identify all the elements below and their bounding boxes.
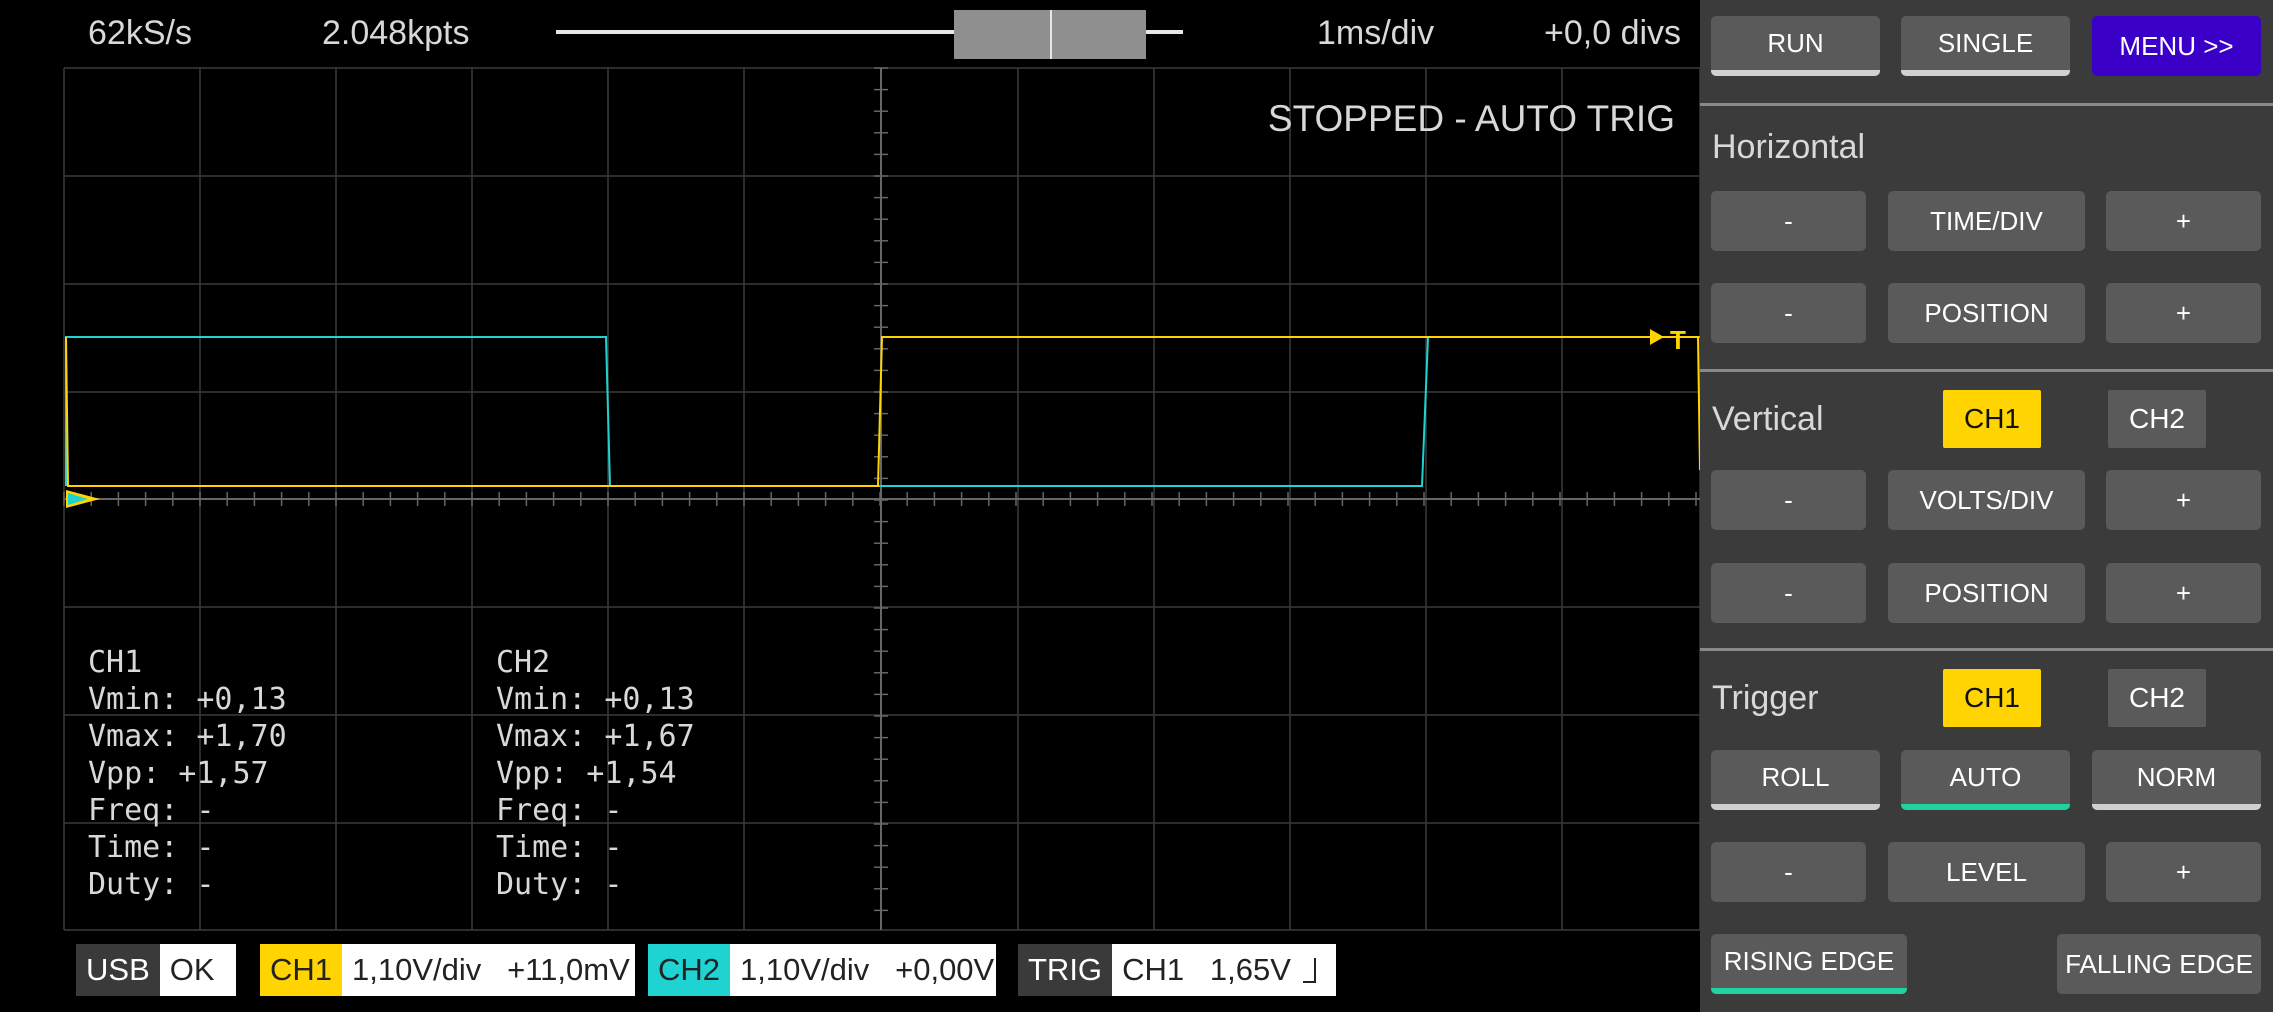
- trig-settings: CH1 1,65V: [1122, 952, 1291, 987]
- ch2-meas-title: CH2: [496, 645, 551, 680]
- ch1-meas-title: CH1: [88, 645, 143, 680]
- menu-button[interactable]: MENU >>: [2092, 16, 2261, 76]
- time-div-label: TIME/DIV: [1888, 191, 2085, 251]
- auto-button[interactable]: AUTO: [1901, 750, 2070, 810]
- ch2-tag: CH2: [648, 944, 731, 996]
- ch1-measurements: CH1 Vmin: +0,13 Vmax: +1,70 Vpp: +1,57 F…: [88, 644, 287, 903]
- level-plus-button[interactable]: +: [2106, 842, 2261, 902]
- ch2-vmin: Vmin: +0,13: [496, 682, 695, 717]
- ch1-tag: CH1: [260, 944, 343, 996]
- trig-tag: TRIG: [1018, 944, 1113, 996]
- vertical-ch2-button[interactable]: CH2: [2108, 390, 2206, 448]
- falling-edge-button[interactable]: FALLING EDGE: [2057, 934, 2261, 994]
- ch1-time: Time: -: [88, 830, 215, 865]
- volts-div-label: VOLTS/DIV: [1888, 470, 2085, 530]
- ch2-time: Time: -: [496, 830, 623, 865]
- usb-status-box: USB OK: [76, 944, 236, 996]
- ch2-vpp: Vpp: +1,54: [496, 756, 677, 791]
- single-button[interactable]: SINGLE: [1901, 16, 2070, 76]
- ch2-duty: Duty: -: [496, 867, 623, 902]
- time-div-plus-button[interactable]: +: [2106, 191, 2261, 251]
- norm-button[interactable]: NORM: [2092, 750, 2261, 810]
- trigger-ch2-button[interactable]: CH2: [2108, 669, 2206, 727]
- usb-value: OK: [169, 952, 215, 987]
- level-label: LEVEL: [1888, 842, 2085, 902]
- ch2-freq: Freq: -: [496, 793, 623, 828]
- scope-display[interactable]: 62kS/s 2.048kpts 1ms/div +0,0 divs T STO: [0, 0, 1700, 1012]
- h-position-plus-button[interactable]: +: [2106, 283, 2261, 343]
- roll-button[interactable]: ROLL: [1711, 750, 1880, 810]
- v-position-plus-button[interactable]: +: [2106, 563, 2261, 623]
- rising-edge-icon: [1302, 958, 1316, 983]
- ch1-settings: 1,10V/div +11,0mV: [352, 952, 630, 987]
- ch1-vmax: Vmax: +1,70: [88, 719, 287, 754]
- h-position-minus-button[interactable]: -: [1711, 283, 1866, 343]
- divider: [1700, 648, 2273, 651]
- ch1-vpp: Vpp: +1,57: [88, 756, 269, 791]
- control-panel: RUN SINGLE MENU >> Horizontal - TIME/DIV…: [1700, 0, 2273, 1012]
- v-position-label: POSITION: [1888, 563, 2085, 623]
- ch1-status-box[interactable]: CH1 1,10V/div +11,0mV: [260, 944, 635, 996]
- ch2-status-box[interactable]: CH2 1,10V/div +0,00V: [648, 944, 996, 996]
- trigger-heading: Trigger: [1712, 679, 1819, 717]
- v-position-minus-button[interactable]: -: [1711, 563, 1866, 623]
- rising-edge-button[interactable]: RISING EDGE: [1711, 934, 1907, 994]
- horizontal-heading: Horizontal: [1712, 128, 1866, 166]
- ch2-measurements: CH2 Vmin: +0,13 Vmax: +1,67 Vpp: +1,54 F…: [496, 644, 695, 903]
- ch1-freq: Freq: -: [88, 793, 215, 828]
- ch2-settings: 1,10V/div +0,00V: [740, 952, 995, 987]
- divider: [1700, 369, 2273, 372]
- volts-div-plus-button[interactable]: +: [2106, 470, 2261, 530]
- acquisition-status: STOPPED - AUTO TRIG: [1267, 98, 1675, 139]
- ch2-vmax: Vmax: +1,67: [496, 719, 695, 754]
- vertical-heading: Vertical: [1712, 400, 1824, 438]
- volts-div-minus-button[interactable]: -: [1711, 470, 1866, 530]
- h-position-label: POSITION: [1888, 283, 2085, 343]
- vertical-ch1-button[interactable]: CH1: [1943, 390, 2041, 448]
- level-minus-button[interactable]: -: [1711, 842, 1866, 902]
- svg-text:T: T: [1670, 325, 1686, 355]
- trigger-ch1-button[interactable]: CH1: [1943, 669, 2041, 727]
- ch1-vmin: Vmin: +0,13: [88, 682, 287, 717]
- time-div-minus-button[interactable]: -: [1711, 191, 1866, 251]
- usb-tag: USB: [76, 944, 160, 996]
- ch1-duty: Duty: -: [88, 867, 215, 902]
- divider: [1700, 103, 2273, 106]
- run-button[interactable]: RUN: [1711, 16, 1880, 76]
- trigger-status-box[interactable]: TRIG CH1 1,65V: [1018, 944, 1336, 996]
